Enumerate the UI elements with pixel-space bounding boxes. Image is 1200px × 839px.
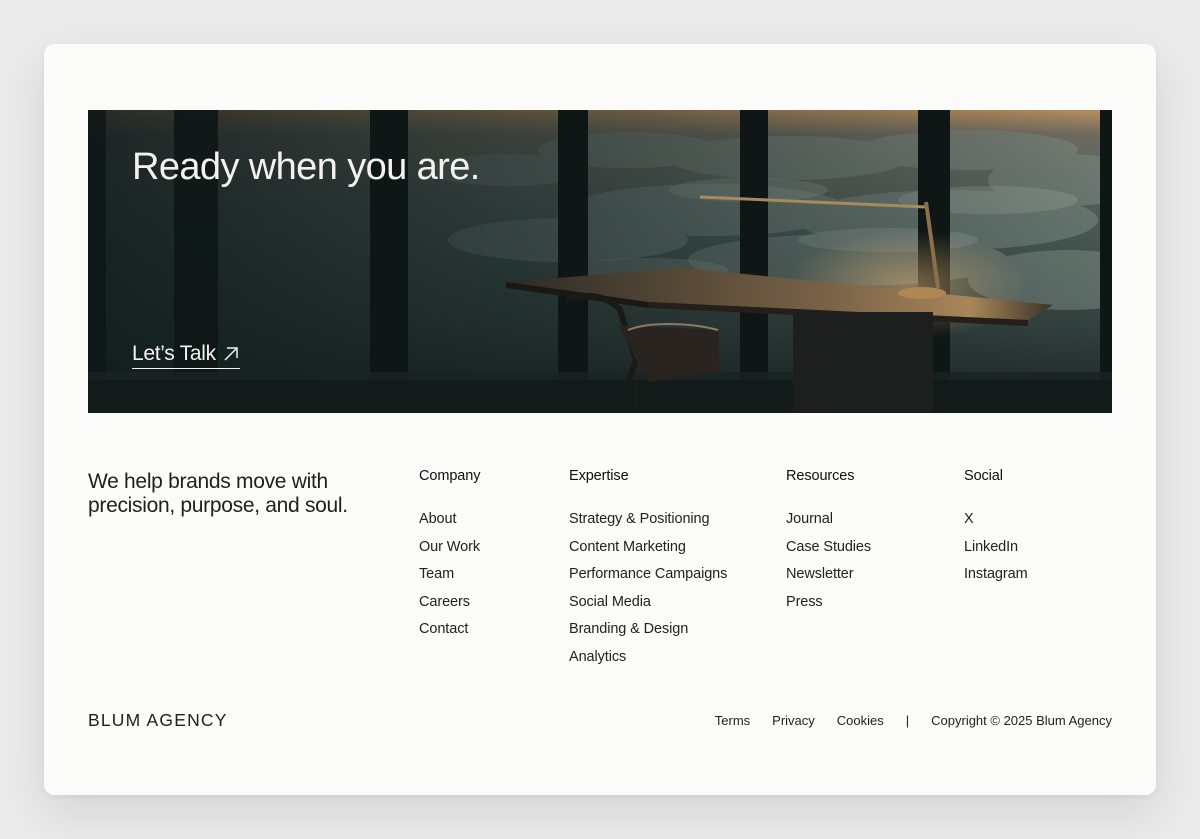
legal-links: Terms Privacy Cookies | Copyright © 2025… <box>715 713 1112 728</box>
footer-link-performance[interactable]: Performance Campaigns <box>569 561 727 589</box>
footer-link-social-media[interactable]: Social Media <box>569 589 727 617</box>
lets-talk-link[interactable]: Let’s Talk <box>132 342 240 369</box>
footer-link-instagram[interactable]: Instagram <box>964 561 1028 589</box>
footer-column-company: Company About Our Work Team Careers Cont… <box>419 468 480 644</box>
footer-link-content-marketing[interactable]: Content Marketing <box>569 534 727 562</box>
legal-separator: | <box>905 713 910 728</box>
footer-link-branding[interactable]: Branding & Design <box>569 616 727 644</box>
brand-logo-text[interactable]: BLUM AGENCY <box>88 710 228 731</box>
footer-card: Ready when you are. Let’s Talk We help b… <box>44 44 1156 795</box>
copyright-text: Copyright © 2025 Blum Agency <box>931 713 1112 728</box>
column-heading-expertise: Expertise <box>569 468 629 484</box>
footer-column-social: Social X LinkedIn Instagram <box>964 468 1028 589</box>
footer-link-newsletter[interactable]: Newsletter <box>786 561 871 589</box>
column-heading-company: Company <box>419 468 481 484</box>
footer-link-case-studies[interactable]: Case Studies <box>786 534 871 562</box>
column-heading-social: Social <box>964 468 1003 484</box>
footer-link-our-work[interactable]: Our Work <box>419 534 480 562</box>
footer-link-analytics[interactable]: Analytics <box>569 644 727 672</box>
column-heading-resources: Resources <box>786 468 855 484</box>
cta-banner: Ready when you are. Let’s Talk <box>88 110 1112 413</box>
footer-link-strategy[interactable]: Strategy & Positioning <box>569 506 727 534</box>
footer-link-journal[interactable]: Journal <box>786 506 871 534</box>
terms-link[interactable]: Terms <box>715 713 750 728</box>
footer-link-linkedin[interactable]: LinkedIn <box>964 534 1028 562</box>
footer-column-resources: Resources Journal Case Studies Newslette… <box>786 468 871 616</box>
footer-link-team[interactable]: Team <box>419 561 480 589</box>
lets-talk-label: Let’s Talk <box>132 342 216 365</box>
arrow-up-right-icon <box>224 347 238 361</box>
footer-tagline: We help brands move with precision, purp… <box>88 470 348 517</box>
privacy-link[interactable]: Privacy <box>772 713 815 728</box>
footer-link-press[interactable]: Press <box>786 589 871 617</box>
cookies-link[interactable]: Cookies <box>837 713 884 728</box>
footer-link-careers[interactable]: Careers <box>419 589 480 617</box>
footer-link-about[interactable]: About <box>419 506 480 534</box>
footer-link-x[interactable]: X <box>964 506 1028 534</box>
footer-column-expertise: Expertise Strategy & Positioning Content… <box>569 468 727 671</box>
banner-title: Ready when you are. <box>132 146 480 188</box>
footer-link-contact[interactable]: Contact <box>419 616 480 644</box>
